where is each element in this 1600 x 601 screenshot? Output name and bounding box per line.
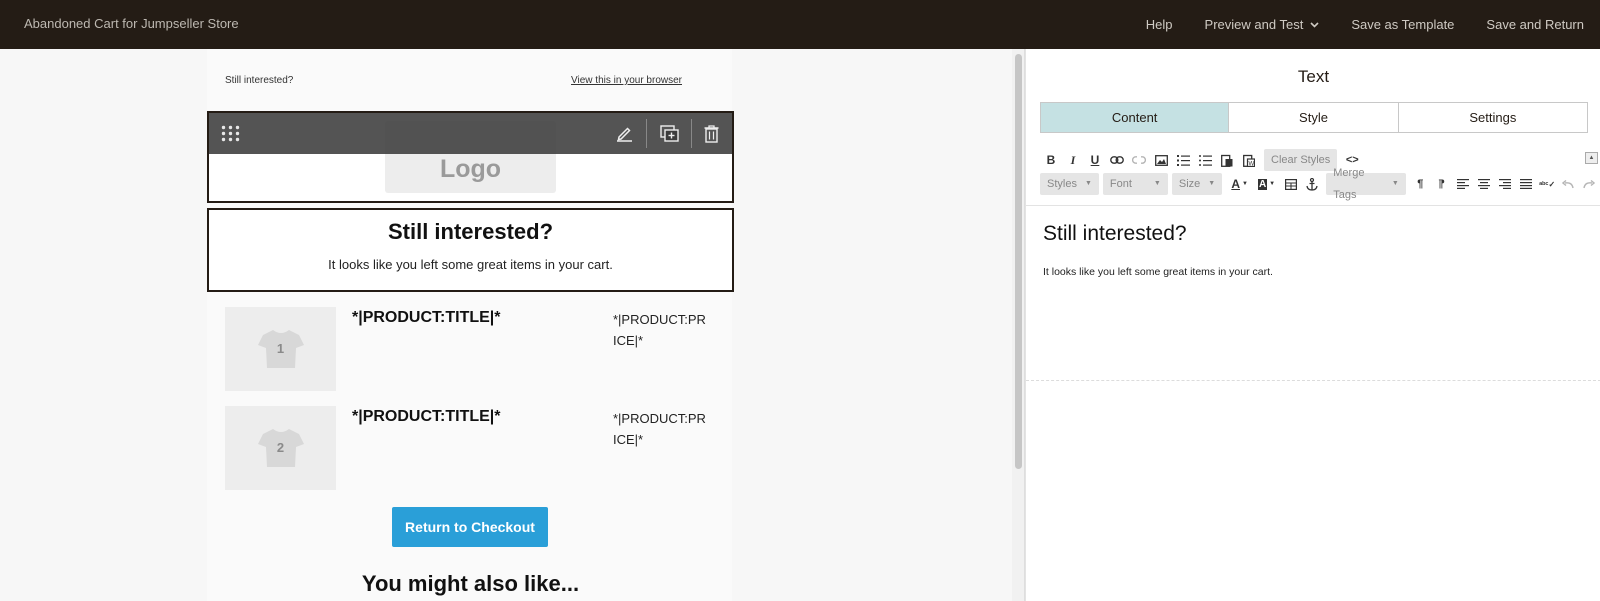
- bulleted-list-icon[interactable]: [1194, 150, 1216, 170]
- product-price: *|PRODUCT:PRICE|*: [613, 411, 706, 447]
- text-color-icon[interactable]: A ▼: [1226, 174, 1253, 194]
- tab-settings[interactable]: Settings: [1399, 103, 1587, 132]
- preview-and-test-label: Preview and Test: [1204, 17, 1304, 32]
- preview-and-test-menu[interactable]: Preview and Test: [1189, 17, 1336, 32]
- help-link[interactable]: Help: [1130, 17, 1189, 32]
- align-left-icon[interactable]: [1452, 174, 1473, 194]
- editor-heading: Still interested?: [1043, 222, 1187, 245]
- align-center-icon[interactable]: [1473, 174, 1494, 194]
- caret-down-icon: ▼: [1084, 180, 1092, 187]
- email-heading: Still interested?: [387, 219, 554, 244]
- email-body: Still interested? View this in your brow…: [207, 49, 734, 601]
- trash-icon: [704, 124, 718, 143]
- scrollbar-thumb[interactable]: [1015, 54, 1022, 469]
- drag-handle-icon[interactable]: [221, 125, 240, 142]
- product-price: *|PRODUCT:PRICE|*: [613, 312, 706, 348]
- unlink-icon[interactable]: [1128, 150, 1150, 170]
- tab-content[interactable]: Content: [1041, 103, 1230, 132]
- chevron-down-icon: [1310, 21, 1319, 28]
- styles-dropdown-label: Styles: [1047, 178, 1077, 190]
- caret-down-icon: ▼: [1391, 180, 1399, 187]
- merge-tags-dropdown[interactable]: Merge Tags ▼: [1326, 167, 1406, 201]
- view-in-browser-link[interactable]: View this in your browser: [571, 75, 682, 86]
- paragraph-ltr-icon[interactable]: ¶: [1410, 174, 1431, 194]
- clear-styles-button[interactable]: Clear Styles: [1264, 149, 1338, 171]
- paste-icon[interactable]: [1216, 150, 1238, 170]
- size-dropdown[interactable]: Size ▼: [1171, 173, 1223, 195]
- caret-down-icon: ▼: [1153, 180, 1161, 187]
- link-icon[interactable]: [1106, 150, 1128, 170]
- collapse-toolbar-icon[interactable]: ▲: [1585, 152, 1598, 164]
- numbered-list-icon[interactable]: [1172, 150, 1194, 170]
- product-number: 2: [276, 440, 285, 455]
- image-icon[interactable]: [1150, 150, 1172, 170]
- anchor-icon[interactable]: [1301, 174, 1322, 194]
- styles-dropdown[interactable]: Styles ▼: [1040, 173, 1099, 195]
- delete-block-button[interactable]: [689, 113, 732, 154]
- save-and-return-link[interactable]: Save and Return: [1470, 17, 1600, 32]
- return-to-checkout-button[interactable]: Return to Checkout: [392, 507, 548, 547]
- table-icon[interactable]: [1280, 174, 1301, 194]
- paragraph-rtl-icon[interactable]: ¶: [1431, 174, 1452, 194]
- font-dropdown-label: Font: [1109, 178, 1132, 190]
- pencil-icon: [616, 127, 632, 142]
- save-as-template-link[interactable]: Save as Template: [1335, 17, 1470, 32]
- product-image-placeholder: 1: [225, 307, 336, 391]
- tab-style[interactable]: Style: [1229, 103, 1399, 132]
- product-item[interactable]: 2 *|PRODUCT:TITLE|* *|PRODUCT:PRICE|*: [225, 406, 725, 490]
- panel-tabs: Content Style Settings: [1040, 102, 1588, 133]
- undo-icon[interactable]: [1558, 174, 1579, 194]
- merge-tags-label: Merge Tags: [1333, 167, 1365, 201]
- preheader-text: Still interested?: [225, 75, 294, 86]
- rich-text-editor[interactable]: Still interested? It looks like you left…: [1026, 205, 1600, 381]
- canvas-scrollbar[interactable]: [1012, 49, 1025, 601]
- spellcheck-icon[interactable]: ᵃᵇᶜ✓: [1537, 174, 1558, 194]
- redo-icon[interactable]: [1579, 174, 1600, 194]
- you-might-also-like-heading: You might also like...: [361, 571, 580, 596]
- top-nav: Help Preview and Test Save as Template S…: [1130, 0, 1600, 49]
- rte-toolbar-row-1: B I U W Clear Styles <>: [1040, 149, 1363, 171]
- panel-title: Text: [1297, 67, 1330, 86]
- size-dropdown-label: Size: [1178, 178, 1201, 190]
- align-right-icon[interactable]: [1494, 174, 1515, 194]
- block-toolbar: [209, 113, 732, 154]
- underline-icon[interactable]: U: [1084, 150, 1106, 170]
- duplicate-icon: [659, 125, 679, 142]
- top-bar: Abandoned Cart for Jumpseller Store Help…: [0, 0, 1600, 49]
- font-dropdown[interactable]: Font ▼: [1102, 173, 1168, 195]
- email-subtext: It looks like you left some great items …: [328, 257, 613, 272]
- rte-toolbar-row-2: Styles ▼ Font ▼ Size ▼ A ▼ A ▼ Merge Tags ▼ ¶ …: [1040, 167, 1600, 201]
- duplicate-block-button[interactable]: [647, 113, 691, 154]
- bold-icon[interactable]: B: [1040, 150, 1062, 170]
- product-item[interactable]: 1 *|PRODUCT:TITLE|* *|PRODUCT:PRICE|*: [225, 307, 725, 391]
- paste-from-word-icon[interactable]: W: [1238, 150, 1260, 170]
- editor-body-text: It looks like you left some great items …: [1043, 266, 1273, 278]
- edit-block-button[interactable]: [602, 113, 646, 154]
- svg-text:W: W: [1249, 161, 1255, 167]
- italic-icon[interactable]: I: [1062, 150, 1084, 170]
- email-canvas: Still interested? View this in your brow…: [0, 49, 1012, 601]
- campaign-title: Abandoned Cart for Jumpseller Store: [24, 16, 239, 31]
- product-number: 1: [276, 341, 285, 356]
- text-block-editor-panel: Text Content Style Settings B I U W Clea…: [1025, 49, 1600, 601]
- product-image-placeholder: 2: [225, 406, 336, 490]
- logo-block[interactable]: Logo: [207, 111, 734, 203]
- background-color-icon[interactable]: A ▼: [1253, 174, 1280, 194]
- text-block[interactable]: Still interested? It looks like you left…: [207, 208, 734, 292]
- caret-down-icon: ▼: [1208, 180, 1216, 187]
- product-title: *|PRODUCT:TITLE|*: [352, 309, 501, 326]
- product-title: *|PRODUCT:TITLE|*: [352, 408, 501, 425]
- justify-icon[interactable]: [1516, 174, 1537, 194]
